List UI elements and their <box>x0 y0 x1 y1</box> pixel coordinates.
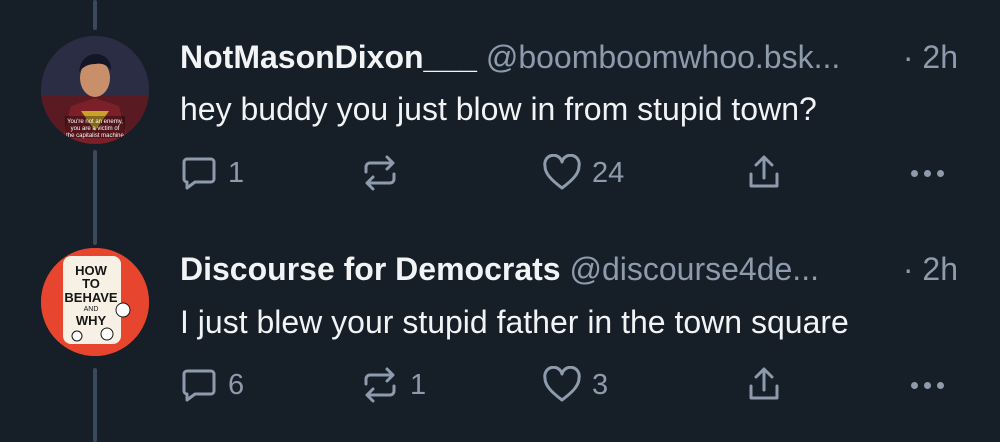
repost-button[interactable] <box>360 151 410 195</box>
reply-button[interactable]: 1 <box>180 151 244 195</box>
avatar-notmasondixon[interactable]: You're not an enemy, you are a victim of… <box>41 36 149 144</box>
display-name[interactable]: Discourse for Democrats <box>180 251 561 287</box>
post-text: I just blew your stupid father in the to… <box>180 304 849 340</box>
svg-text:AND: AND <box>84 306 99 313</box>
reply-count: 1 <box>228 156 245 189</box>
reply-button[interactable]: 6 <box>180 363 244 407</box>
user-handle[interactable]: @boomboomwhoo.bsk... <box>486 39 840 75</box>
svg-text:BEHAVE: BEHAVE <box>64 290 118 305</box>
like-button[interactable]: 24 <box>542 151 624 195</box>
display-name[interactable]: NotMasonDixon___ <box>180 39 477 75</box>
like-count: 24 <box>592 156 625 189</box>
speech-bubble-icon <box>182 157 216 190</box>
share-upload-icon <box>749 155 779 188</box>
svg-text:the capitalist machine: the capitalist machine <box>66 133 124 139</box>
like-button[interactable]: 3 <box>542 363 608 407</box>
like-count: 3 <box>592 368 609 401</box>
post-2[interactable]: HOW TO BEHAVE AND WHY Discourse for Demo… <box>0 220 1000 442</box>
post-actions: 6 1 3 <box>0 363 1000 407</box>
post-timestamp[interactable]: · 2h <box>903 37 958 77</box>
post-text: hey buddy you just blow in from stupid t… <box>180 91 817 127</box>
more-dot <box>924 381 931 389</box>
repost-button[interactable]: 1 <box>360 363 426 407</box>
heart-icon <box>543 154 581 190</box>
more-options-button[interactable] <box>911 151 944 195</box>
share-button[interactable] <box>745 363 783 407</box>
share-button[interactable] <box>745 151 783 195</box>
post-actions: 1 24 <box>0 151 1000 195</box>
post-1[interactable]: You're not an enemy, you are a victim of… <box>0 0 1000 220</box>
more-options-button[interactable] <box>911 363 944 407</box>
post-header: Discourse for Democrats @discourse4de... <box>180 249 819 289</box>
more-dot <box>924 169 931 177</box>
superman-avatar-image: You're not an enemy, you are a victim of… <box>41 36 149 144</box>
avatar-discourse4democrats[interactable]: HOW TO BEHAVE AND WHY <box>41 248 149 356</box>
svg-text:TO: TO <box>82 276 100 291</box>
more-dot <box>937 381 944 389</box>
share-upload-icon <box>749 367 779 400</box>
repost-count: 1 <box>410 368 427 401</box>
user-handle[interactable]: @discourse4de... <box>569 251 819 287</box>
reply-count: 6 <box>228 368 245 401</box>
more-dot <box>937 169 944 177</box>
how-to-behave-avatar-image: HOW TO BEHAVE AND WHY <box>41 248 149 356</box>
svg-text:you are a victim of: you are a victim of <box>71 126 120 132</box>
post-header: NotMasonDixon___ @boomboomwhoo.bsk... <box>180 37 840 77</box>
repost-arrows-icon <box>364 155 396 191</box>
post-timestamp[interactable]: · 2h <box>903 249 958 289</box>
svg-text:You're not an enemy,: You're not an enemy, <box>67 119 123 125</box>
speech-bubble-icon <box>182 369 216 402</box>
svg-text:WHY: WHY <box>76 313 107 328</box>
heart-icon <box>543 366 581 402</box>
more-dots-icon <box>911 169 918 177</box>
repost-arrows-icon <box>364 367 396 403</box>
more-dots-icon <box>911 381 918 389</box>
